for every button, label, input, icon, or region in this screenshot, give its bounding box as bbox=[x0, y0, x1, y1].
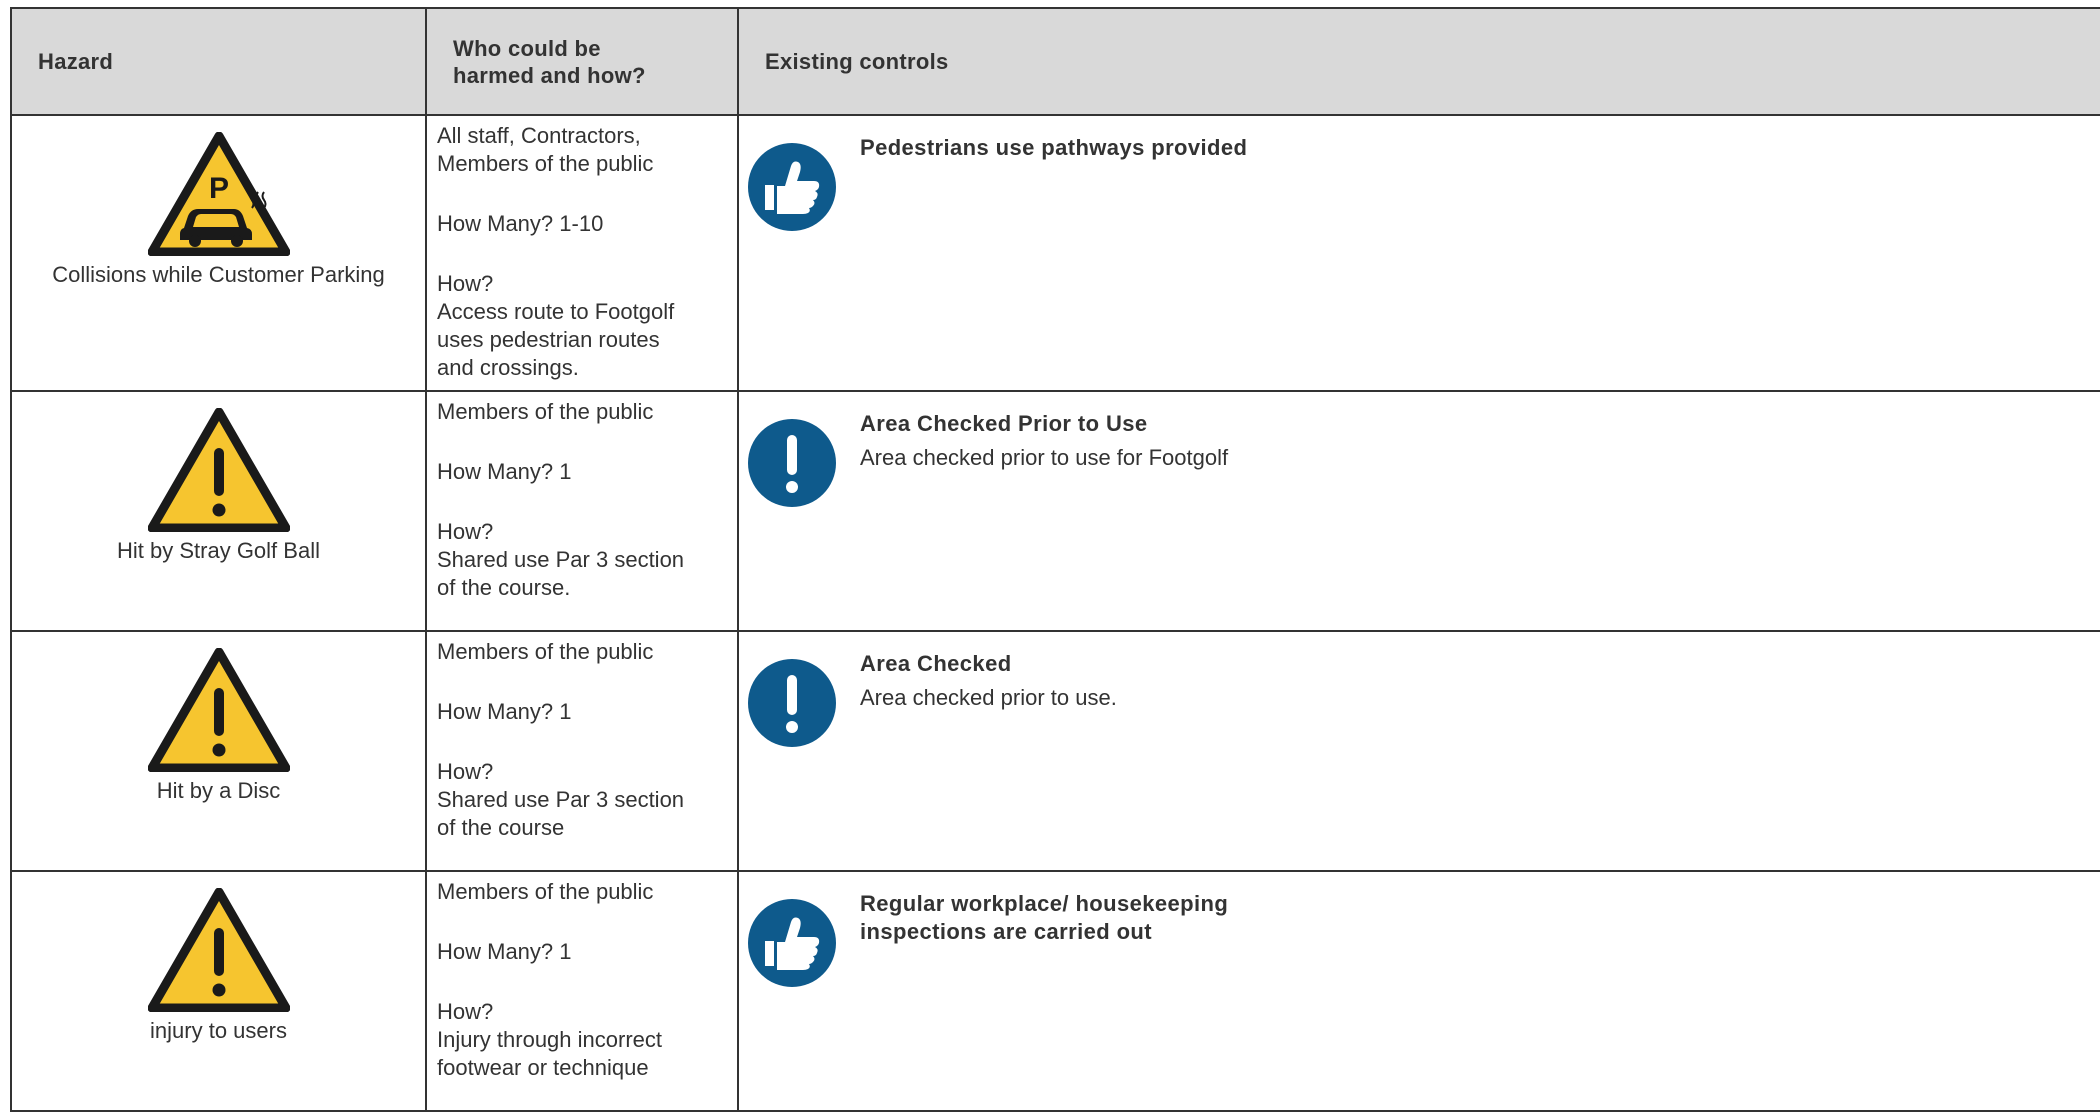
exclamation-icon bbox=[748, 659, 836, 747]
how-many: How Many? 1-10 bbox=[437, 211, 604, 236]
hazard-label: Collisions while Customer Parking bbox=[52, 262, 385, 287]
table-row: injury to users Members of the public Ho… bbox=[10, 870, 2100, 1112]
who-affected: Members of the public bbox=[437, 879, 654, 904]
control-description: Area checked prior to use. bbox=[860, 685, 1117, 710]
who-cell: All staff, Contractors, Members of the p… bbox=[425, 114, 739, 392]
hazard-label: Hit by a Disc bbox=[156, 778, 281, 803]
control-title: Area Checked Prior to Use bbox=[860, 411, 1148, 436]
how-detail: Shared use Par 3 section of the course. bbox=[437, 547, 685, 600]
control-title: Pedestrians use pathways provided bbox=[860, 135, 1248, 160]
exclamation-warning-icon bbox=[147, 888, 290, 1012]
hazard-label: Hit by Stray Golf Ball bbox=[117, 538, 320, 563]
table-row: Hit by Stray Golf Ball Members of the pu… bbox=[10, 390, 2100, 632]
exclamation-warning-icon bbox=[147, 648, 290, 772]
exclamation-icon bbox=[748, 419, 836, 507]
table-row: Hit by a Disc Members of the public How … bbox=[10, 630, 2100, 872]
control-description: Area checked prior to use for Footgolf bbox=[860, 445, 1229, 470]
how-label: How? bbox=[437, 999, 494, 1024]
how-many: How Many? 1 bbox=[437, 699, 572, 724]
table-row: P Collisions while Customer Parking All … bbox=[10, 114, 2100, 392]
hazard-cell: Hit by Stray Golf Ball bbox=[10, 390, 427, 632]
risk-assessment-table: Hazard Who could be harmed and how? Exis… bbox=[10, 7, 2100, 1112]
how-detail: Injury through incorrect footwear or tec… bbox=[437, 1027, 662, 1080]
how-label: How? bbox=[437, 519, 494, 544]
control-title: Area Checked bbox=[860, 651, 1012, 676]
svg-text:P: P bbox=[208, 172, 228, 205]
control-title: Regular workplace/ housekeeping inspecti… bbox=[860, 891, 1229, 944]
header-controls: Existing controls bbox=[737, 7, 2100, 116]
who-cell: Members of the public How Many? 1 How? S… bbox=[425, 630, 739, 872]
thumbs-up-icon bbox=[748, 143, 836, 231]
hazard-cell: injury to users bbox=[10, 870, 427, 1112]
how-detail: Shared use Par 3 section of the course bbox=[437, 787, 685, 840]
hazard-cell: Hit by a Disc bbox=[10, 630, 427, 872]
how-many: How Many? 1 bbox=[437, 459, 572, 484]
exclamation-warning-icon bbox=[147, 408, 290, 532]
who-affected: Members of the public bbox=[437, 399, 654, 424]
header-who: Who could be harmed and how? bbox=[425, 7, 739, 116]
header-hazard: Hazard bbox=[10, 7, 427, 116]
how-many: How Many? 1 bbox=[437, 939, 572, 964]
how-detail: Access route to Footgolf uses pedestrian… bbox=[437, 299, 675, 380]
who-cell: Members of the public How Many? 1 How? I… bbox=[425, 870, 739, 1112]
thumbs-up-icon bbox=[748, 899, 836, 987]
table-header-row: Hazard Who could be harmed and how? Exis… bbox=[10, 7, 2100, 116]
controls-cell: Area Checked Area checked prior to use. bbox=[737, 630, 2100, 872]
who-affected: All staff, Contractors, Members of the p… bbox=[437, 123, 654, 176]
who-cell: Members of the public How Many? 1 How? S… bbox=[425, 390, 739, 632]
who-affected: Members of the public bbox=[437, 639, 654, 664]
parking-warning-icon: P bbox=[147, 132, 290, 256]
hazard-label: injury to users bbox=[150, 1018, 287, 1043]
hazard-cell: P Collisions while Customer Parking bbox=[10, 114, 427, 392]
controls-cell: Regular workplace/ housekeeping inspecti… bbox=[737, 870, 2100, 1112]
controls-cell: Area Checked Prior to Use Area checked p… bbox=[737, 390, 2100, 632]
how-label: How? bbox=[437, 759, 494, 784]
how-label: How? bbox=[437, 271, 494, 296]
controls-cell: Pedestrians use pathways provided bbox=[737, 114, 2100, 392]
